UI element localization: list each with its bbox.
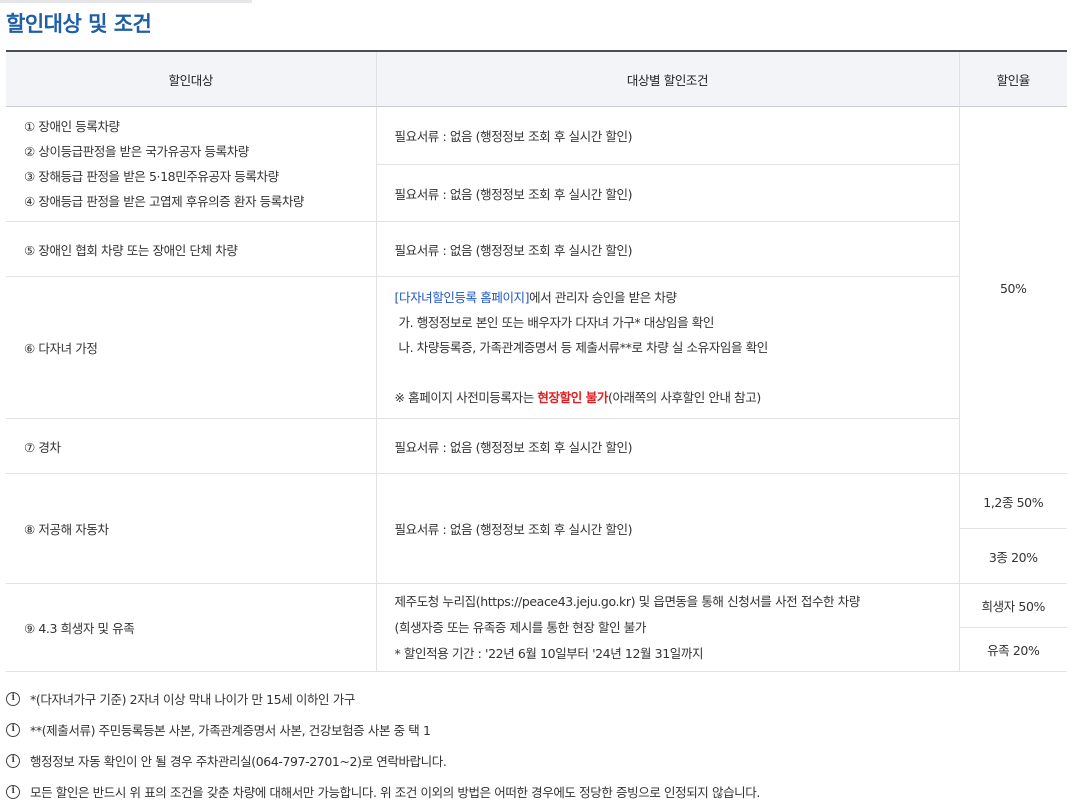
target-cell-8: ⑧ 저공해 자동차: [6, 473, 377, 584]
info-circle-icon: i: [6, 784, 20, 799]
rate-cell: 3종 20%: [959, 528, 1067, 584]
table-row: ⑤ 장애인 협회 차량 또는 장애인 단체 차량 필요서류 : 없음 (행정정보…: [6, 221, 1067, 277]
note-text: 행정정보 자동 확인이 안 될 경우 주차관리실(064-797-2701~2)…: [30, 754, 447, 769]
top-divider: [0, 0, 252, 3]
note-item: i *(다자녀가구 기준) 2자녀 이상 막내 나이가 만 15세 이하인 가구: [6, 683, 1067, 714]
target-cell-9: ⑨ 4.3 희생자 및 유족: [6, 583, 377, 672]
condition-cell: 필요서류 : 없음 (행정정보 조회 후 실시간 할인): [375, 473, 960, 584]
condition-cell: 필요서류 : 없음 (행정정보 조회 후 실시간 할인): [375, 418, 959, 474]
condition-cell: 필요서류 : 없음 (행정정보 조회 후 실시간 할인): [376, 164, 959, 222]
table-row: ⑦ 경차 필요서류 : 없음 (행정정보 조회 후 실시간 할인): [6, 418, 1067, 474]
notes-list: i *(다자녀가구 기준) 2자녀 이상 막내 나이가 만 15세 이하인 가구…: [6, 683, 1067, 807]
note-item: i 모든 할인은 반드시 위 표의 조건을 갖춘 차량에 대해서만 가능합니다.…: [6, 776, 1067, 807]
victims-line-1: 제주도청 누리집(https://peace43.jeju.go.kr) 및 읍…: [394, 593, 861, 609]
header-target: 할인대상: [6, 50, 376, 107]
note-item: i 행정정보 자동 확인이 안 될 경우 주차관리실(064-797-2701~…: [6, 745, 1067, 776]
table-row: ⑥ 다자녀 가정 [다자녀할인등록 홈페이지]에서 관리자 승인을 받은 차량 …: [6, 276, 1067, 419]
target-cell-1-4: ① 장애인 등록차량 ② 상이등급판정을 받은 국가유공자 등록차량 ③ 장해등…: [6, 106, 377, 222]
victims-line-2: (희생자증 또는 유족증 제시를 통한 현장 할인 불가: [394, 619, 647, 635]
rate-cell: 희생자 50%: [958, 583, 1067, 628]
info-circle-icon: i: [6, 753, 20, 768]
header-rate: 할인율: [958, 50, 1067, 107]
multichild-homepage-link[interactable]: [다자녀할인등록 홈페이지]: [395, 290, 530, 305]
multichild-note: ※ 홈페이지 사전미등록자는 현장할인 불가(아래쪽의 사후할인 안내 참고): [395, 385, 941, 410]
rate-cell: 유족 20%: [959, 627, 1067, 672]
header-condition: 대상별 할인조건: [375, 50, 959, 107]
multichild-note-prefix: ※ 홈페이지 사전미등록자는: [394, 390, 538, 405]
target-item-3: ③ 장해등급 판정을 받은 5·18민주유공자 등록차량: [24, 169, 279, 184]
target-item-2: ② 상이등급판정을 받은 국가유공자 등록차량: [24, 144, 249, 159]
target-item-1: ① 장애인 등록차량: [24, 119, 120, 134]
multichild-line-2: 가. 행정정보로 본인 또는 배우자가 다자녀 가구* 대상임을 확인: [398, 315, 715, 330]
multichild-line-3: 나. 차량등록증, 가족관계증명서 등 제출서류**로 차량 실 소유자임을 확…: [398, 340, 769, 355]
table-header-row: 할인대상 대상별 할인조건 할인율: [6, 50, 1067, 107]
rate-cell: 1,2종 50%: [958, 473, 1067, 529]
note-text: **(제출서류) 주민등록등본 사본, 가족관계증명서 사본, 건강보험증 사본…: [30, 723, 431, 738]
discount-table: 할인대상 대상별 할인조건 할인율 ① 장애인 등록차량 ② 상이등급판정을 받…: [6, 50, 1067, 672]
condition-cell: 필요서류 : 없음 (행정정보 조회 후 실시간 할인): [375, 221, 959, 277]
multichild-note-suffix: (아래쪽의 사후할인 안내 참고): [607, 390, 761, 405]
target-cell-7: ⑦ 경차: [6, 418, 377, 474]
table-row: ⑧ 저공해 자동차 필요서류 : 없음 (행정정보 조회 후 실시간 할인) 1…: [6, 473, 1067, 584]
target-item-4: ④ 장애등급 판정을 받은 고엽제 후유의증 환자 등록차량: [24, 194, 305, 209]
note-text: 모든 할인은 반드시 위 표의 조건을 갖춘 차량에 대해서만 가능합니다. 위…: [30, 785, 760, 800]
table-row: ① 장애인 등록차량 ② 상이등급판정을 받은 국가유공자 등록차량 ③ 장해등…: [6, 106, 1067, 474]
info-circle-icon: i: [6, 691, 20, 706]
rate-cell-shared: 50%: [958, 106, 1067, 474]
condition-cell-victims: 제주도청 누리집(https://peace43.jeju.go.kr) 및 읍…: [375, 583, 960, 672]
multichild-line-1-text: 에서 관리자 승인을 받은 차량: [529, 290, 677, 305]
victims-line-3: * 할인적용 기간 : '22년 6월 10일부터 '24년 12월 31일까지: [394, 645, 704, 661]
note-item: i **(제출서류) 주민등록등본 사본, 가족관계증명서 사본, 건강보험증 …: [6, 714, 1067, 745]
condition-cell-multichild: [다자녀할인등록 홈페이지]에서 관리자 승인을 받은 차량 가. 행정정보로 …: [375, 276, 959, 419]
target-cell-6: ⑥ 다자녀 가정: [6, 276, 377, 419]
table-row: ⑨ 4.3 희생자 및 유족 제주도청 누리집(https://peace43.…: [6, 583, 1067, 672]
info-circle-icon: i: [6, 722, 20, 737]
note-text: *(다자녀가구 기준) 2자녀 이상 막내 나이가 만 15세 이하인 가구: [30, 692, 355, 707]
target-cell-5: ⑤ 장애인 협회 차량 또는 장애인 단체 차량: [6, 221, 377, 277]
section-title: 할인대상 및 조건: [6, 12, 152, 36]
multichild-line-1: [다자녀할인등록 홈페이지]에서 관리자 승인을 받은 차량: [395, 285, 941, 310]
condition-cell: 필요서류 : 없음 (행정정보 조회 후 실시간 할인): [375, 106, 960, 165]
multichild-note-warning: 현장할인 불가: [537, 390, 608, 405]
